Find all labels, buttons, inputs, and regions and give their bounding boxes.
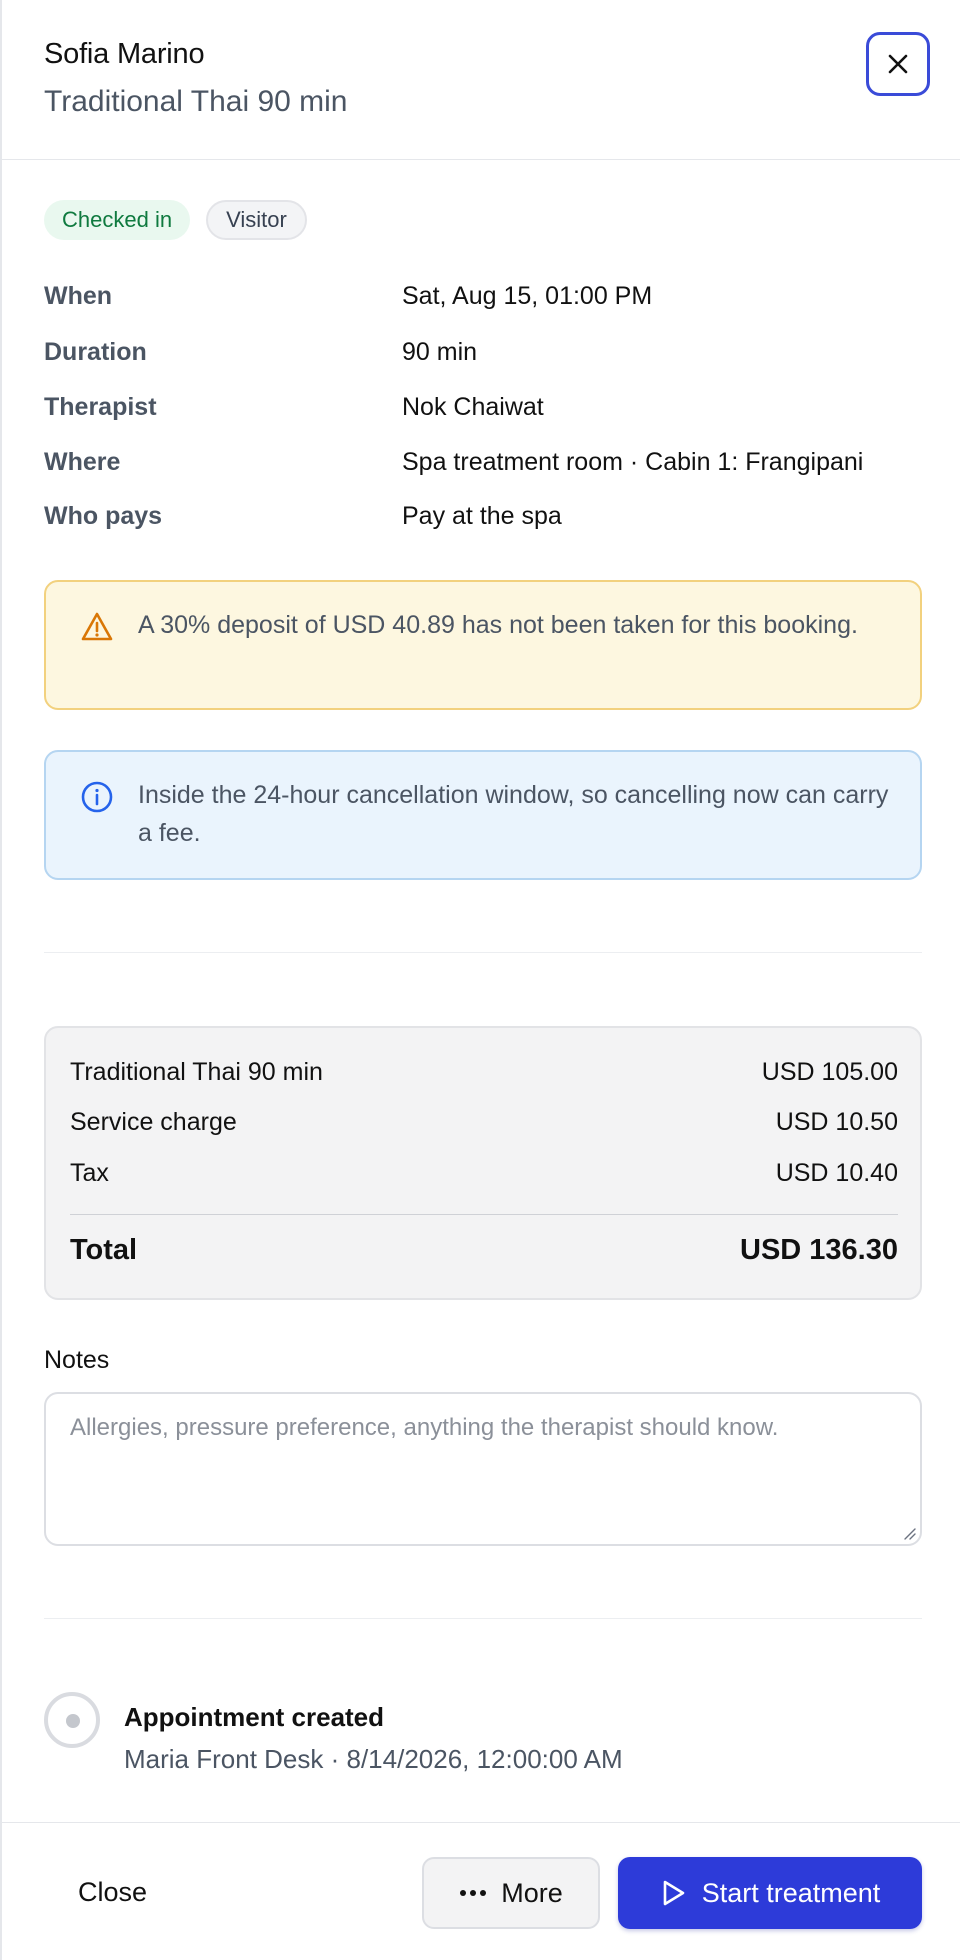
alert-message: Inside the 24-hour cancellation window, … <box>138 781 889 847</box>
status-badge-checked-in: Checked in <box>44 200 191 240</box>
total-label: Total <box>70 1234 138 1266</box>
summary-total: Total USD 136.30 <box>70 1234 898 1267</box>
close-button[interactable]: Close <box>58 1873 167 1912</box>
summary-line-label: Service charge <box>70 1108 237 1136</box>
close-drawer-button[interactable] <box>866 32 930 96</box>
guest-type-badge: Visitor <box>206 200 307 240</box>
summary-line-amount: USD 105.00 <box>761 1058 898 1086</box>
warning-icon <box>81 612 113 641</box>
deposit-warning-alert: A 30% deposit of USD 40.89 has not been … <box>44 580 922 710</box>
detail-row-when: When Sat, Aug 15, 01:00 PM <box>44 276 924 316</box>
detail-value: Pay at the spa <box>402 502 562 530</box>
status-chips: Checked in Visitor <box>44 200 307 240</box>
detail-label: Who pays <box>44 502 163 530</box>
start-treatment-button[interactable]: Start treatment <box>618 1857 922 1929</box>
notes-textarea[interactable] <box>46 1394 920 1544</box>
guest-name: Sofia Marino <box>44 38 205 70</box>
summary-line-label: Tax <box>70 1159 109 1187</box>
more-actions-label: More <box>501 1877 563 1908</box>
detail-row-duration: Duration 90 min <box>44 332 924 372</box>
play-icon <box>663 1880 685 1906</box>
detail-label: Therapist <box>44 393 157 421</box>
detail-label: Where <box>44 448 121 476</box>
close-icon <box>888 54 908 74</box>
alert-message: A 30% deposit of USD 40.89 has not been … <box>138 611 858 639</box>
timeline-event-meta: Maria Front Desk · 8/14/2026, 12:00:00 A… <box>124 1744 623 1774</box>
price-summary: Traditional Thai 90 min USD 105.00 Servi… <box>44 1026 922 1300</box>
timeline-event-title: Appointment created <box>124 1702 385 1732</box>
detail-label: Duration <box>44 338 147 366</box>
drawer-header: Sofia Marino Traditional Thai 90 min <box>2 0 960 160</box>
info-icon <box>81 781 113 813</box>
drawer-footer: Close More Start treatment <box>2 1822 960 1960</box>
section-divider <box>44 952 922 953</box>
detail-value: 90 min <box>402 338 478 366</box>
summary-line-service-charge: Service charge USD 10.50 <box>70 1108 898 1137</box>
detail-label: When <box>44 282 113 310</box>
more-actions-button[interactable]: More <box>422 1857 600 1929</box>
detail-row-where: Where Spa treatment room · Cabin 1: Fran… <box>44 442 924 482</box>
detail-value: Spa treatment room · Cabin 1: Frangipani <box>402 448 864 476</box>
detail-value: Sat, Aug 15, 01:00 PM <box>402 282 653 310</box>
section-divider <box>44 1618 922 1619</box>
notes-label: Notes <box>44 1346 110 1374</box>
summary-line-label: Traditional Thai 90 min <box>70 1058 323 1086</box>
notes-field-container <box>44 1392 922 1546</box>
more-dots-icon <box>460 1890 487 1896</box>
detail-row-therapist: Therapist Nok Chaiwat <box>44 387 924 427</box>
timeline-dot-icon <box>44 1692 100 1748</box>
start-treatment-label: Start treatment <box>701 1877 881 1908</box>
summary-divider <box>70 1214 898 1215</box>
summary-line-amount: USD 10.50 <box>775 1108 898 1136</box>
detail-value: Nok Chaiwat <box>402 393 544 421</box>
detail-row-who-pays: Who pays Pay at the spa <box>44 496 924 536</box>
total-amount: USD 136.30 <box>740 1234 898 1266</box>
service-subtitle: Traditional Thai 90 min <box>44 85 348 118</box>
summary-line-tax: Tax USD 10.40 <box>70 1159 898 1188</box>
cancellation-info-alert: Inside the 24-hour cancellation window, … <box>44 750 922 880</box>
summary-line-amount: USD 10.40 <box>775 1159 898 1187</box>
summary-line-service: Traditional Thai 90 min USD 105.00 <box>70 1058 898 1087</box>
appointment-drawer: Sofia Marino Traditional Thai 90 min Che… <box>0 0 960 1960</box>
resize-handle-icon[interactable] <box>900 1524 916 1540</box>
